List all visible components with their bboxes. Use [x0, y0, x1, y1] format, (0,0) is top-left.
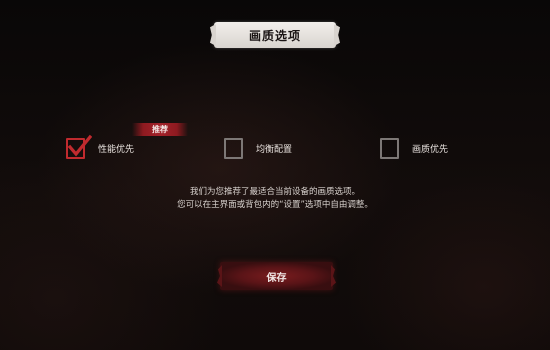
- checkmark-icon: [67, 134, 92, 156]
- dialog-title-banner: 画质选项: [214, 22, 336, 48]
- quality-settings-screen: 画质选项 推荐 性能优先 均衡配置 画质优先 我们为您推荐了最适合当前设备的画质…: [0, 0, 550, 350]
- info-text-line2: 您可以在主界面或背包内的“设置”选项中自由调整。: [177, 200, 373, 210]
- option-label: 均衡配置: [256, 144, 293, 155]
- option-balanced[interactable]: 均衡配置: [224, 135, 292, 161]
- checkbox-balanced[interactable]: [224, 137, 243, 159]
- save-button-label: 保存: [266, 272, 287, 284]
- checkbox-performance-first[interactable]: [66, 134, 92, 159]
- option-performance-first[interactable]: 性能优先: [66, 134, 135, 161]
- save-button[interactable]: 保存: [220, 262, 333, 290]
- option-quality-first[interactable]: 画质优先: [380, 135, 448, 161]
- checkbox-quality-first[interactable]: [380, 137, 399, 159]
- recommended-tag: 推荐: [132, 123, 188, 136]
- recommended-tag-label: 推荐: [152, 125, 168, 134]
- option-label: 性能优先: [98, 144, 135, 155]
- option-label: 画质优先: [412, 144, 449, 155]
- dialog-title: 画质选项: [248, 28, 301, 43]
- info-text-line1: 我们为您推荐了最适合当前设备的画质选项。: [189, 187, 360, 197]
